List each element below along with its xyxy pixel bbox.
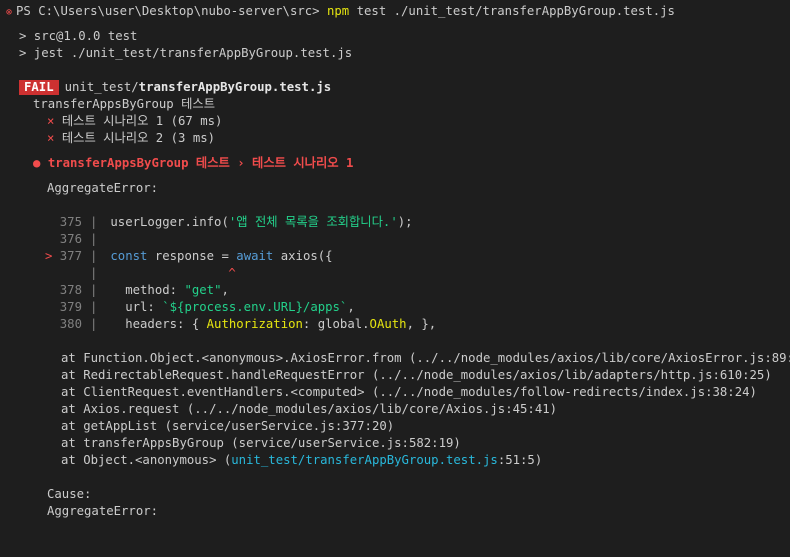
test-file-dir: unit_test/ <box>64 80 139 94</box>
fail-x-icon: × <box>47 131 55 145</box>
failed-test-title: ● transferAppsByGroup 테스트 › 테스트 시나리오 1 <box>33 156 354 170</box>
stack-frame: at ClientRequest.eventHandlers.<computed… <box>61 385 757 399</box>
code-line-377: > 377 | const response = await axios({ <box>44 249 333 263</box>
test-case: × 테스트 시나리오 1 (67 ms) <box>47 114 223 128</box>
fail-x-icon: × <box>47 114 55 128</box>
prompt-args: test ./unit_test/transferAppByGroup.test… <box>356 4 675 18</box>
npm-header-line: > src@1.0.0 test <box>19 29 138 43</box>
prompt-command: npm <box>326 4 350 18</box>
code-line-379: 379 | url: `${process.env.URL}/apps`, <box>59 300 355 314</box>
terminal-output[interactable]: ⊗ PS C:\Users\user\Desktop\nubo-server\sr… <box>0 0 790 557</box>
caret-icon: ^ <box>228 266 236 280</box>
bullet-icon: ● <box>33 156 41 170</box>
error-indicator-icon: ⊗ <box>6 7 13 18</box>
code-line-376: 376 | <box>59 232 98 246</box>
suite-name: transferAppsByGroup 테스트 <box>33 97 216 111</box>
fail-badge: FAIL <box>19 80 59 95</box>
stack-frame: at RedirectableRequest.handleRequestErro… <box>61 368 772 382</box>
test-case: × 테스트 시나리오 2 (3 ms) <box>47 131 216 145</box>
cause-error: AggregateError: <box>47 504 159 518</box>
code-line-380: 380 | headers: { Authorization: global.OA… <box>59 317 437 331</box>
stack-frame: at Axios.request (../../node_modules/axi… <box>61 402 558 416</box>
current-line-marker-icon: > <box>44 249 53 263</box>
cause-label: Cause: <box>47 487 92 501</box>
error-name: AggregateError: <box>47 181 159 195</box>
stack-frame: at Function.Object.<anonymous>.AxiosErro… <box>61 351 790 365</box>
prompt-path: PS C:\Users\user\Desktop\nubo-server\src… <box>16 4 320 18</box>
caret-line: | ^ <box>90 266 236 280</box>
code-line-378: 378 | method: "get", <box>59 283 229 297</box>
prompt-line: ⊗ PS C:\Users\user\Desktop\nubo-server\sr… <box>0 3 790 20</box>
code-line-375: 375 | userLogger.info('앱 전체 목록을 조회합니다.'); <box>59 215 413 229</box>
npm-header-line: > jest ./unit_test/transferAppByGroup.te… <box>19 46 353 60</box>
stack-frame: at getAppList (service/userService.js:37… <box>61 419 395 433</box>
stack-frame: at transferAppsByGroup (service/userServ… <box>61 436 461 450</box>
stack-frame: at Object.<anonymous> (unit_test/transfe… <box>61 453 543 467</box>
stack-file-link[interactable]: unit_test/transferAppByGroup.test.js <box>231 453 498 467</box>
test-file-result: FAIL unit_test/transferAppByGroup.test.js <box>0 79 790 96</box>
test-file-name: transferAppByGroup.test.js <box>138 80 332 94</box>
